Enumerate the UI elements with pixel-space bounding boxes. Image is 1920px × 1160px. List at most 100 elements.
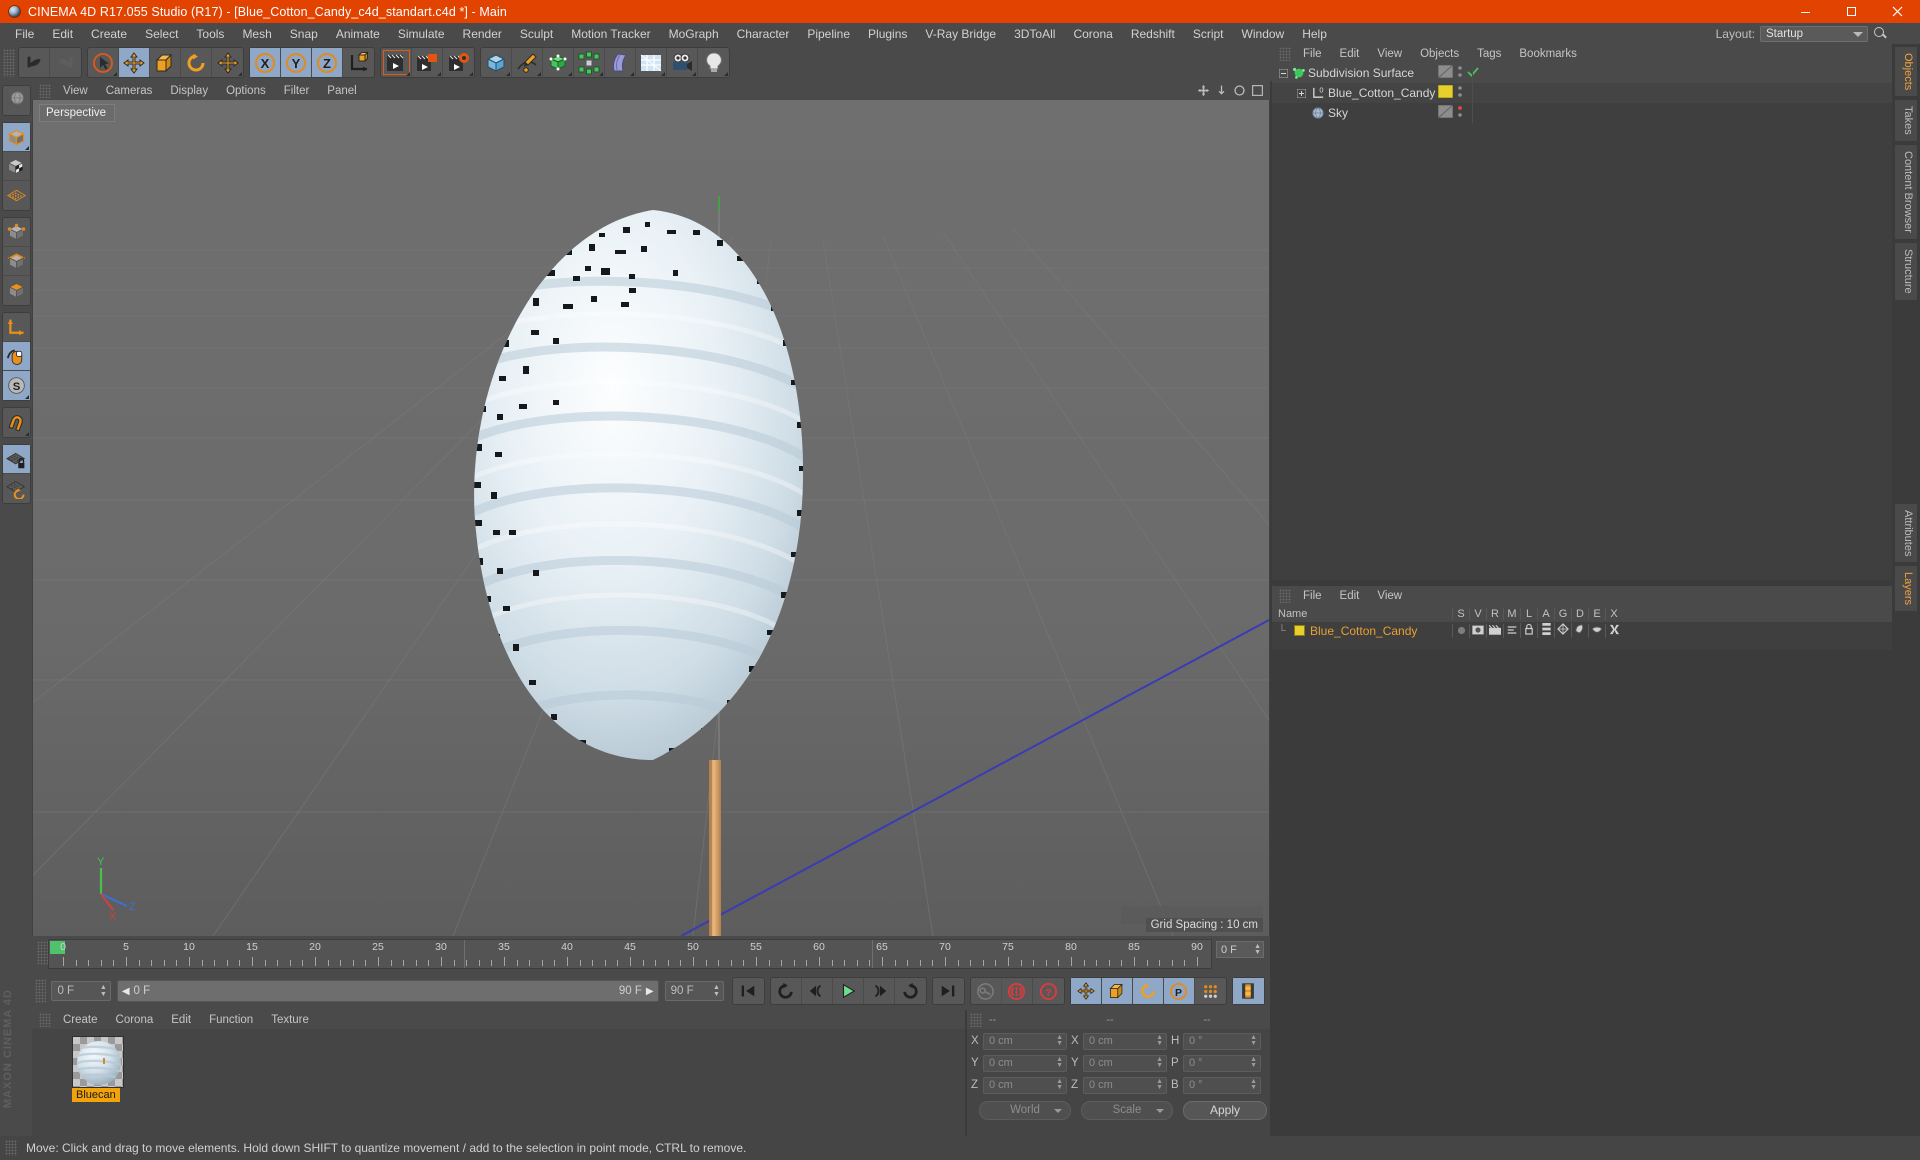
spinner-icon[interactable]: ▲▼ (713, 985, 720, 998)
tool-expand-corner[interactable] (599, 72, 603, 76)
zoom-view-icon[interactable] (1215, 84, 1228, 97)
menu-item-file[interactable]: File (6, 25, 43, 43)
spinner-icon[interactable]: ▲▼ (1250, 1035, 1257, 1048)
tool-expand-corner[interactable] (724, 72, 728, 76)
perspective-viewport[interactable]: Y Z X Perspective Grid Spacing : 10 cm (33, 100, 1269, 936)
current-frame-input[interactable]: 0 F ▲▼ (51, 981, 110, 1001)
spinner-icon[interactable]: ▲▼ (1254, 944, 1261, 956)
material-menu-edit[interactable]: Edit (162, 1013, 200, 1027)
next-key-button[interactable] (895, 978, 926, 1004)
workplane-lock-button[interactable] (3, 445, 30, 474)
tool-expand-corner[interactable] (692, 72, 696, 76)
lock-y-button[interactable]: Y (281, 48, 312, 77)
render-to-picture-viewer-button[interactable] (412, 48, 443, 77)
spinner-icon[interactable]: ▲▼ (1156, 1057, 1163, 1070)
menu-item-plugins[interactable]: Plugins (859, 25, 916, 43)
menu-item-pipeline[interactable]: Pipeline (798, 25, 859, 43)
point-mode-button[interactable] (3, 218, 30, 247)
material-name-label[interactable]: Bluecan (72, 1088, 120, 1102)
point-level-animation-button[interactable] (1195, 978, 1226, 1004)
rotate-view-icon[interactable] (1233, 84, 1246, 97)
menu-item-character[interactable]: Character (728, 25, 799, 43)
model-mode-button[interactable] (3, 152, 30, 181)
coord-rot-h-input[interactable]: 0 ° ▲▼ (1183, 1033, 1261, 1050)
solo-dot-icon[interactable] (1452, 624, 1469, 638)
spinner-icon[interactable]: ▲▼ (1056, 1057, 1063, 1070)
expander-minus-icon[interactable] (1276, 69, 1290, 78)
coord-size-x-input[interactable]: 0 cm ▲▼ (1083, 1033, 1167, 1050)
animation-icon[interactable] (1537, 623, 1554, 638)
object-row-blue-cotton-candy[interactable]: 0 Blue_Cotton_Candy (1272, 83, 1892, 103)
add-mograph-button[interactable] (574, 48, 605, 77)
menu-item-vray-bridge[interactable]: V-Ray Bridge (916, 25, 1005, 43)
add-environment-button[interactable] (636, 48, 667, 77)
toolbar-drag-handle[interactable] (3, 49, 15, 77)
material-manager-drag-handle[interactable] (39, 1013, 51, 1027)
spinner-icon[interactable]: ▲▼ (1156, 1035, 1163, 1048)
add-deformer-button[interactable] (605, 48, 636, 77)
menu-item-create[interactable]: Create (82, 25, 136, 43)
maximize-viewport-icon[interactable] (1251, 84, 1264, 97)
workplane-rotate-button[interactable] (3, 474, 30, 503)
menu-item-edit[interactable]: Edit (43, 25, 82, 43)
preview-end-input[interactable]: 90 F ▲▼ (665, 981, 724, 1001)
material-menu-function[interactable]: Function (200, 1013, 262, 1027)
timeline-current-frame-field[interactable]: 0 F ▲▼ (1216, 941, 1264, 958)
add-generator-button[interactable] (543, 48, 574, 77)
tool-expand-corner[interactable] (113, 72, 117, 76)
tab-attributes[interactable]: Attributes (1894, 503, 1918, 563)
layer-col-x[interactable]: X (1605, 608, 1622, 620)
manager-icon[interactable] (1503, 624, 1520, 638)
lock-x-button[interactable]: X (250, 48, 281, 77)
object-menu-bookmarks[interactable]: Bookmarks (1510, 47, 1586, 61)
tool-expand-corner[interactable] (537, 72, 541, 76)
object-row-sky[interactable]: Sky (1272, 103, 1892, 123)
layer-col-l[interactable]: L (1520, 608, 1537, 620)
tool-expand-corner[interactable] (25, 432, 29, 436)
search-icon[interactable] (1873, 26, 1888, 41)
spinner-icon[interactable]: ▲▼ (1056, 1035, 1063, 1048)
tool-expand-corner[interactable] (25, 146, 29, 150)
layer-col-a[interactable]: A (1537, 608, 1554, 620)
menu-item-redshift[interactable]: Redshift (1122, 25, 1184, 43)
coord-size-y-input[interactable]: 0 cm ▲▼ (1083, 1055, 1167, 1072)
menu-item-simulate[interactable]: Simulate (389, 25, 454, 43)
coord-pos-x-input[interactable]: 0 cm ▲▼ (983, 1033, 1067, 1050)
spinner-icon[interactable]: ▲▼ (1056, 1079, 1063, 1092)
tool-expand-corner[interactable] (25, 395, 29, 399)
spinner-icon[interactable]: ▲▼ (1250, 1079, 1257, 1092)
maximize-button[interactable] (1828, 0, 1874, 23)
go-to-end-button[interactable] (933, 978, 964, 1004)
menu-item-tools[interactable]: Tools (187, 25, 233, 43)
coord-size-z-input[interactable]: 0 cm ▲▼ (1083, 1077, 1167, 1094)
expression-icon[interactable] (1588, 624, 1605, 638)
menu-item-3dtoall[interactable]: 3DToAll (1005, 25, 1064, 43)
spinner-icon[interactable]: ▲▼ (1250, 1057, 1257, 1070)
rotation-key-button[interactable] (1133, 978, 1164, 1004)
tool-expand-corner[interactable] (568, 72, 572, 76)
menu-item-animate[interactable]: Animate (327, 25, 389, 43)
texture-mode-button[interactable] (3, 181, 30, 210)
viewport-menu-display[interactable]: Display (161, 84, 217, 98)
universal-tool-button[interactable] (212, 48, 243, 77)
tab-structure[interactable]: Structure (1894, 242, 1918, 301)
view-icon[interactable] (1469, 624, 1486, 638)
coord-pos-y-input[interactable]: 0 cm ▲▼ (983, 1055, 1067, 1072)
xref-icon[interactable] (1605, 624, 1622, 638)
object-menu-objects[interactable]: Objects (1411, 47, 1468, 61)
menu-item-window[interactable]: Window (1233, 25, 1294, 43)
layer-col-s[interactable]: S (1452, 608, 1469, 620)
play-button[interactable] (833, 978, 864, 1004)
viewport-menu-cameras[interactable]: Cameras (97, 84, 162, 98)
layer-menu-view[interactable]: View (1368, 589, 1411, 603)
range-end-arrow-icon[interactable]: ▶ (646, 986, 654, 997)
coordinate-mode-dropdown[interactable]: Scale (1081, 1101, 1173, 1120)
material-menu-corona[interactable]: Corona (107, 1013, 163, 1027)
minimize-button[interactable] (1782, 0, 1828, 23)
timeline-button[interactable] (1233, 978, 1264, 1004)
tab-layers[interactable]: Layers (1894, 565, 1918, 612)
object-menu-tags[interactable]: Tags (1468, 47, 1510, 61)
menu-item-select[interactable]: Select (136, 25, 187, 43)
layer-col-d[interactable]: D (1571, 608, 1588, 620)
world-object-coord-button[interactable] (343, 48, 374, 77)
